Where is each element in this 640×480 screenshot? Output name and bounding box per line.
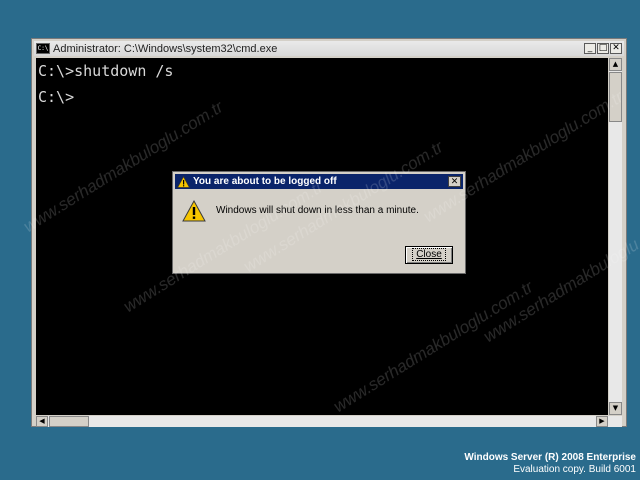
- vertical-scrollbar[interactable]: ▲ ▼: [609, 58, 622, 415]
- logoff-dialog[interactable]: You are about to be logged off ✕ Windows…: [172, 171, 466, 274]
- cmd-icon[interactable]: C:\: [36, 43, 50, 54]
- product-name: Windows Server (R) 2008 Enterprise: [464, 452, 636, 463]
- scroll-down-icon[interactable]: ▼: [609, 402, 622, 415]
- dialog-close-icon[interactable]: ✕: [448, 176, 461, 187]
- title-bar[interactable]: C:\ Administrator: C:\Windows\system32\c…: [34, 41, 624, 56]
- scroll-right-icon[interactable]: ▶: [596, 416, 608, 427]
- build-info: Evaluation copy. Build 6001: [513, 464, 636, 475]
- window-title: Administrator: C:\Windows\system32\cmd.e…: [53, 42, 278, 55]
- dialog-title-bar[interactable]: You are about to be logged off ✕: [175, 174, 463, 189]
- minimize-button[interactable]: _: [584, 43, 596, 54]
- warning-icon: [177, 175, 190, 188]
- close-button-label: Close: [412, 248, 446, 261]
- dialog-title: You are about to be logged off: [193, 176, 337, 187]
- console-line-1: C:\>shutdown /s: [38, 62, 174, 80]
- vertical-scroll-thumb[interactable]: [609, 72, 622, 122]
- maximize-button[interactable]: □: [597, 43, 609, 54]
- close-dialog-button[interactable]: Close: [405, 246, 453, 264]
- scroll-left-icon[interactable]: ◀: [36, 416, 48, 427]
- horizontal-scroll-thumb[interactable]: [49, 416, 89, 427]
- close-button[interactable]: ✕: [610, 43, 622, 54]
- console-line-2: C:\>: [38, 88, 75, 106]
- os-version-info: Windows Server (R) 2008 Enterprise Evalu…: [464, 452, 636, 476]
- horizontal-scrollbar[interactable]: ◀ ▶: [36, 416, 622, 427]
- dialog-message: Windows will shut down in less than a mi…: [216, 205, 419, 216]
- warning-icon: [182, 200, 206, 222]
- scroll-up-icon[interactable]: ▲: [609, 58, 622, 71]
